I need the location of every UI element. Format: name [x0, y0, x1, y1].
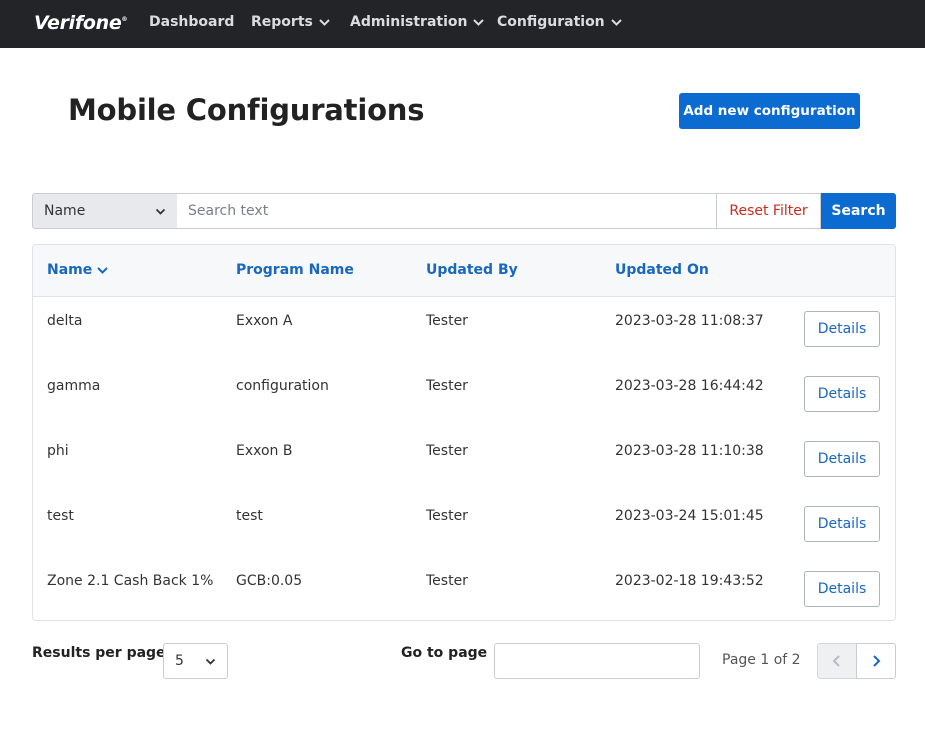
chevron-down-icon: [473, 18, 485, 26]
filter-field-value: Name: [44, 203, 86, 219]
table-row: test test Tester 2023-03-24 15:01:45 Det…: [33, 492, 895, 557]
cell-updated-by: Tester: [426, 573, 468, 589]
chevron-down-icon: [319, 18, 330, 26]
cell-name: delta: [47, 313, 83, 329]
cell-updated-on: 2023-03-28 11:08:37: [615, 313, 764, 329]
nav-item-configuration[interactable]: Configuration: [497, 14, 623, 30]
table-row: phi Exxon B Tester 2023-03-28 11:10:38 D…: [33, 427, 895, 492]
filter-field-select[interactable]: Name: [32, 193, 178, 229]
cell-program-name: Exxon A: [236, 313, 293, 329]
cell-updated-by: Tester: [426, 508, 468, 524]
column-header-label: Updated By: [426, 262, 518, 278]
results-per-page-value: 5: [175, 653, 184, 669]
column-header-label: Updated On: [615, 262, 709, 278]
chevron-down-icon: [205, 658, 216, 665]
chevron-down-icon: [155, 208, 166, 215]
nav-item-label: Dashboard: [149, 14, 235, 30]
column-header-program-name[interactable]: Program Name: [236, 262, 354, 278]
cell-name: Zone 2.1 Cash Back 1%: [47, 573, 214, 589]
nav-item-label: Administration: [350, 14, 468, 30]
cell-program-name: GCB:0.05: [236, 573, 303, 589]
table-row: delta Exxon A Tester 2023-03-28 11:08:37…: [33, 297, 895, 362]
table-header: Name Program Name Updated By Updated On: [33, 245, 895, 297]
nav-item-reports[interactable]: Reports: [251, 14, 331, 30]
add-configuration-button[interactable]: Add new configuration: [679, 93, 860, 129]
verifone-logo[interactable]: Verifone®: [34, 12, 127, 34]
results-per-page-label: Results per page: [32, 645, 166, 661]
search-button[interactable]: Search: [821, 193, 896, 229]
column-header-name[interactable]: Name: [47, 262, 109, 278]
column-header-updated-by[interactable]: Updated By: [426, 262, 518, 278]
configurations-table: Name Program Name Updated By Updated On …: [32, 244, 896, 621]
column-header-label: Name: [47, 262, 93, 278]
page-info: Page 1 of 2: [722, 652, 801, 668]
reset-filter-button[interactable]: Reset Filter: [716, 193, 821, 229]
cell-updated-on: 2023-03-24 15:01:45: [615, 508, 764, 524]
cell-updated-by: Tester: [426, 378, 468, 394]
search-input[interactable]: [177, 193, 717, 229]
cell-program-name: test: [236, 508, 263, 524]
go-to-page-label: Go to page: [401, 645, 488, 661]
cell-name: test: [47, 508, 74, 524]
sort-desc-icon: [97, 266, 108, 274]
next-page-button[interactable]: [856, 643, 896, 679]
chevron-left-icon: [832, 655, 840, 667]
cell-name: phi: [47, 443, 69, 459]
cell-updated-on: 2023-03-28 11:10:38: [615, 443, 764, 459]
chevron-down-icon: [610, 18, 622, 26]
cell-updated-on: 2023-02-18 19:43:52: [615, 573, 764, 589]
table-row: Zone 2.1 Cash Back 1% GCB:0.05 Tester 20…: [33, 557, 895, 620]
nav-item-label: Configuration: [497, 14, 605, 30]
details-button[interactable]: Details: [804, 506, 880, 542]
details-button[interactable]: Details: [804, 441, 880, 477]
details-button[interactable]: Details: [804, 376, 880, 412]
cell-updated-by: Tester: [426, 313, 468, 329]
column-header-label: Program Name: [236, 262, 354, 278]
details-button[interactable]: Details: [804, 311, 880, 347]
page-title: Mobile Configurations: [68, 93, 425, 127]
cell-name: gamma: [47, 378, 101, 394]
table-row: gamma configuration Tester 2023-03-28 16…: [33, 362, 895, 427]
details-button[interactable]: Details: [804, 571, 880, 607]
nav-item-administration[interactable]: Administration: [350, 14, 485, 30]
nav-item-label: Reports: [251, 14, 313, 30]
cell-program-name: Exxon B: [236, 443, 293, 459]
cell-updated-by: Tester: [426, 443, 468, 459]
cell-updated-on: 2023-03-28 16:44:42: [615, 378, 764, 394]
top-navigation: Verifone® Dashboard Reports Administrati…: [0, 0, 925, 48]
results-per-page-select[interactable]: 5: [163, 643, 228, 679]
previous-page-button[interactable]: [817, 643, 857, 679]
column-header-updated-on[interactable]: Updated On: [615, 262, 709, 278]
cell-program-name: configuration: [236, 378, 329, 394]
chevron-right-icon: [873, 655, 881, 667]
nav-item-dashboard[interactable]: Dashboard: [149, 14, 234, 30]
go-to-page-input[interactable]: [494, 643, 700, 679]
